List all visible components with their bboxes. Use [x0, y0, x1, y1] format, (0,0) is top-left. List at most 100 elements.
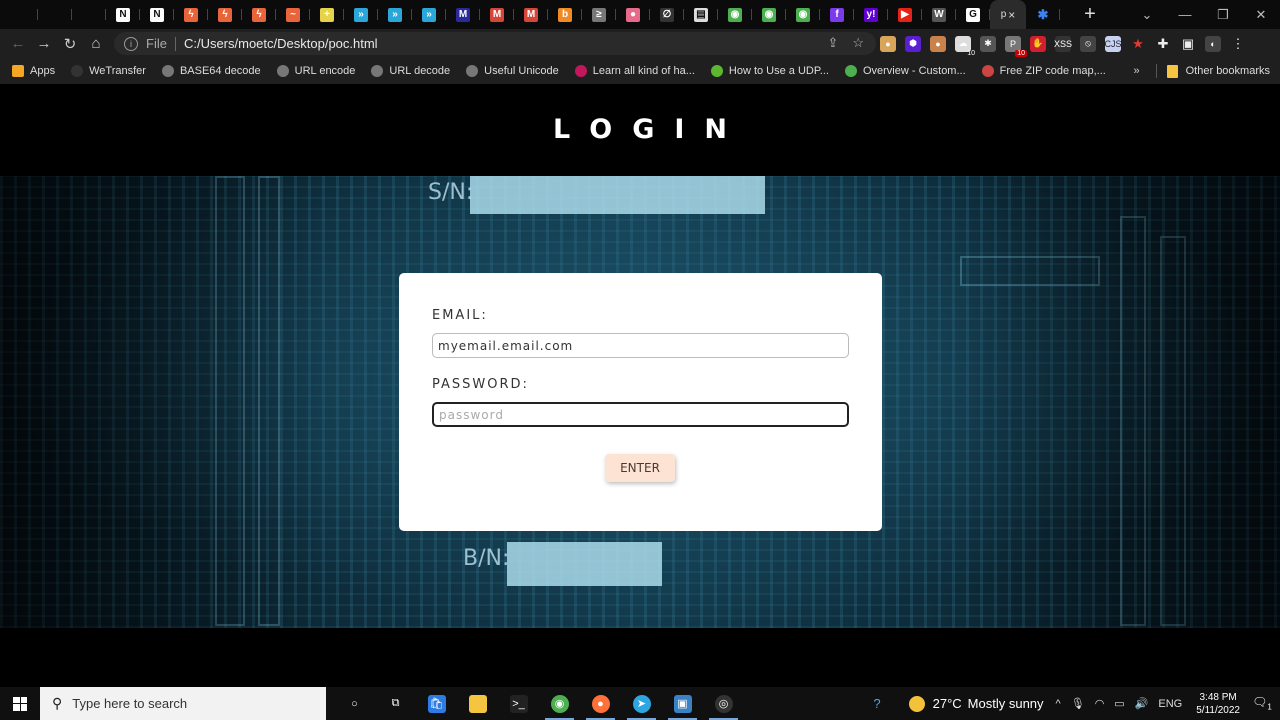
browser-tab[interactable]: ~: [276, 0, 310, 29]
enter-button[interactable]: ENTER: [605, 454, 675, 482]
share-icon[interactable]: ⇪: [827, 35, 838, 51]
browser-tab[interactable]: W: [922, 0, 956, 29]
browser-tab[interactable]: +: [310, 0, 344, 29]
address-bar[interactable]: i File C:/Users/moetc/Desktop/poc.html ⇪…: [114, 32, 876, 55]
notification-center-icon[interactable]: 🗨1: [1252, 695, 1272, 711]
browser-tab[interactable]: ◉: [786, 0, 820, 29]
help-icon[interactable]: ?: [873, 696, 880, 711]
block-extension-icon[interactable]: ⦸: [1080, 35, 1096, 52]
bug-extension-icon[interactable]: ✱: [980, 35, 996, 52]
terminal-taskbar-button[interactable]: >_: [498, 687, 539, 720]
clock[interactable]: 3:48 PM 5/11/2022: [1196, 691, 1240, 717]
star-extension-icon[interactable]: ★: [1130, 35, 1146, 52]
browser-tab[interactable]: »: [412, 0, 446, 29]
hexagon-extension-icon[interactable]: ⬢: [905, 35, 921, 52]
taskbar-search-box[interactable]: ⚲ Type here to search: [40, 687, 326, 720]
tab-extension[interactable]: ✱: [1026, 0, 1060, 29]
browser-tab[interactable]: M: [480, 0, 514, 29]
bookmark-item[interactable]: BASE64 decode: [161, 65, 261, 77]
puzzle-extension-icon[interactable]: ✚: [1155, 35, 1171, 52]
bookmark-item[interactable]: Overview - Custom...: [844, 65, 966, 77]
cortana-taskbar-button[interactable]: ○: [334, 687, 375, 720]
browser-tab[interactable]: M: [446, 0, 480, 29]
browser-tab[interactable]: ◉: [752, 0, 786, 29]
chrome-taskbar-button[interactable]: ◉: [539, 687, 580, 720]
password-input[interactable]: [432, 402, 849, 427]
bookmark-item[interactable]: Apps: [12, 65, 55, 77]
bookmark-item[interactable]: Useful Unicode: [466, 65, 559, 77]
bookmark-item[interactable]: WeTransfer: [71, 65, 146, 77]
close-tab-icon[interactable]: ×: [1008, 8, 1015, 22]
start-button[interactable]: [0, 687, 40, 720]
sidepanel-icon[interactable]: ▣: [1180, 35, 1196, 52]
weather-temp[interactable]: 27°C: [933, 696, 962, 711]
cjs-extension-icon[interactable]: CJS: [1105, 35, 1122, 52]
browser-tab[interactable]: f: [820, 0, 854, 29]
browser-tab[interactable]: ϟ: [242, 0, 276, 29]
browser-tab[interactable]: ◉: [718, 0, 752, 29]
minimize-button[interactable]: —: [1166, 7, 1204, 22]
tab-active[interactable]: p ×: [990, 0, 1026, 29]
browser-tab[interactable]: b: [548, 0, 582, 29]
cookie-extension-icon[interactable]: ●: [880, 35, 896, 52]
bookmark-item[interactable]: Learn all kind of ha...: [574, 65, 695, 77]
site-info-icon[interactable]: i: [124, 36, 138, 51]
ms-store-taskbar-button[interactable]: 🛍: [416, 687, 457, 720]
email-input[interactable]: [432, 333, 849, 358]
browser-tab[interactable]: ●: [616, 0, 650, 29]
obs-taskbar-button[interactable]: ◎: [703, 687, 744, 720]
browser-tab[interactable]: N: [106, 0, 140, 29]
battery-icon[interactable]: ▭: [1114, 697, 1124, 710]
language-indicator[interactable]: ENG: [1158, 698, 1182, 710]
profile-avatar[interactable]: ◐: [1205, 35, 1221, 52]
kebab-menu-icon[interactable]: ⋮: [1230, 35, 1246, 52]
restore-button[interactable]: ❐: [1204, 7, 1242, 23]
p-extension-icon[interactable]: P 10: [1005, 35, 1027, 57]
browser-tab[interactable]: ▶: [888, 0, 922, 29]
home-button[interactable]: ⌂: [83, 35, 109, 52]
bookmark-item[interactable]: URL decode: [371, 65, 450, 77]
microphone-icon[interactable]: 🎙: [1071, 697, 1085, 710]
bookmarks-overflow-button[interactable]: »: [1134, 65, 1140, 77]
forward-button[interactable]: →: [31, 35, 57, 52]
browser-tab[interactable]: [38, 0, 72, 29]
stop-hand-extension-icon[interactable]: ✋: [1030, 35, 1046, 52]
task-view-taskbar-button[interactable]: ⧉: [375, 687, 416, 720]
weather-sun-icon[interactable]: [908, 695, 925, 712]
back-button[interactable]: ←: [5, 35, 31, 52]
browser-tab[interactable]: »: [378, 0, 412, 29]
bookmark-item[interactable]: How to Use a UDP...: [710, 65, 829, 77]
browser-tab[interactable]: ϟ: [208, 0, 242, 29]
other-bookmarks-button[interactable]: Other bookmarks: [1186, 65, 1270, 77]
browser-tab[interactable]: ▤: [684, 0, 718, 29]
browser-tab[interactable]: G: [956, 0, 990, 29]
browser-tab[interactable]: ≥: [582, 0, 616, 29]
cloud-extension-icon[interactable]: ☁ 10: [955, 35, 975, 57]
reload-button[interactable]: ↻: [57, 35, 83, 53]
browser-tab[interactable]: [4, 0, 38, 29]
weather-description[interactable]: Mostly sunny: [968, 696, 1044, 711]
browser-tab[interactable]: [72, 0, 106, 29]
telegram-taskbar-button[interactable]: ➤: [621, 687, 662, 720]
file-explorer-taskbar-button[interactable]: [457, 687, 498, 720]
browser-tab[interactable]: ϟ: [174, 0, 208, 29]
new-tab-button[interactable]: +: [1078, 3, 1102, 26]
volume-icon[interactable]: 🔊: [1135, 697, 1149, 710]
bookmark-star-icon[interactable]: ☆: [852, 35, 864, 51]
close-window-button[interactable]: ✕: [1242, 7, 1280, 23]
bookmark-item[interactable]: Free ZIP code map,...: [981, 65, 1106, 77]
xss-extension-icon[interactable]: XSS: [1054, 35, 1072, 52]
browser-tab[interactable]: M: [514, 0, 548, 29]
cookie2-extension-icon[interactable]: ●: [930, 35, 946, 52]
app-window-taskbar-button[interactable]: ▣: [662, 687, 703, 720]
bookmark-item[interactable]: URL encode: [276, 65, 355, 77]
browser-tab[interactable]: y!: [854, 0, 888, 29]
tray-chevron-icon[interactable]: ^: [1056, 698, 1061, 710]
browser-tab[interactable]: ∅: [650, 0, 684, 29]
url-text[interactable]: C:/Users/moetc/Desktop/poc.html: [184, 36, 378, 51]
browser-tab[interactable]: »: [344, 0, 378, 29]
firefox-taskbar-button[interactable]: ●: [580, 687, 621, 720]
wifi-icon[interactable]: ◠: [1095, 697, 1105, 710]
tab-search-dropdown-icon[interactable]: ⌄: [1128, 7, 1166, 23]
browser-tab[interactable]: N: [140, 0, 174, 29]
